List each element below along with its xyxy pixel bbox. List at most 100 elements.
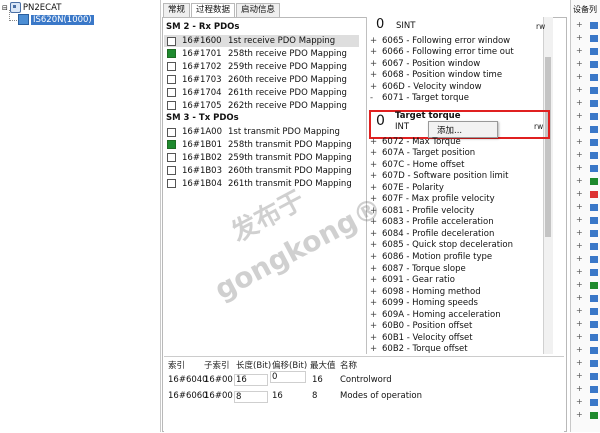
tx-pdo-row[interactable]: 16#1B04 261th transmit PDO Mapping — [164, 178, 359, 190]
toolbox-expand-icon[interactable]: + — [576, 398, 583, 406]
toolbox-expand-icon[interactable]: + — [576, 411, 583, 419]
expand-icon[interactable]: + — [370, 148, 382, 158]
toolbox-device-icon[interactable] — [590, 269, 598, 276]
collapse-icon[interactable]: ⊟ — [2, 4, 8, 12]
od-scroll-thumb[interactable] — [545, 57, 551, 237]
toolbox-expand-icon[interactable]: + — [576, 177, 583, 185]
grid-row1-offset[interactable]: 0 — [270, 371, 306, 383]
context-menu-add[interactable]: 添加... — [437, 124, 462, 136]
toolbox-expand-icon[interactable]: + — [576, 359, 583, 367]
expand-icon[interactable]: + — [370, 59, 382, 69]
od-item[interactable]: +6084 - Profile deceleration — [370, 228, 494, 239]
pdo-checkbox[interactable] — [167, 166, 176, 176]
od-item[interactable]: +607F - Max profile velocity — [370, 194, 495, 205]
expand-icon[interactable]: + — [370, 36, 382, 46]
toolbox-expand-icon[interactable]: + — [576, 242, 583, 250]
tab-general[interactable]: 常规 — [163, 3, 191, 17]
rx-pdo-row[interactable]: 16#1705 262th receive PDO Mapping — [164, 100, 359, 112]
toolbox-expand-icon[interactable]: + — [576, 216, 583, 224]
expand-icon[interactable]: + — [370, 252, 382, 262]
toolbox-device-icon[interactable] — [590, 165, 598, 172]
tx-pdo-row[interactable]: 16#1A00 1st transmit PDO Mapping — [164, 126, 359, 138]
od-item[interactable]: +607D - Software position limit — [370, 171, 508, 182]
tab-process-data[interactable]: 过程数据 — [191, 3, 236, 18]
pdo-checkbox[interactable] — [167, 49, 176, 59]
expand-icon[interactable]: + — [370, 217, 382, 227]
toolbox-device-icon[interactable] — [590, 347, 598, 354]
od-item[interactable]: +6099 - Homing speeds — [370, 298, 478, 309]
toolbox-expand-icon[interactable]: + — [576, 320, 583, 328]
expand-icon[interactable]: + — [370, 183, 382, 193]
od-item[interactable]: +6091 - Gear ratio — [370, 275, 455, 286]
toolbox-expand-icon[interactable]: + — [576, 125, 583, 133]
od-item[interactable]: +6066 - Following error time out — [370, 47, 514, 58]
rx-pdo-row[interactable]: 16#1600 1st receive PDO Mapping — [164, 35, 359, 47]
pdo-checkbox[interactable] — [167, 153, 176, 163]
toolbox-device-icon[interactable] — [590, 386, 598, 393]
expand-icon[interactable]: + — [370, 82, 382, 92]
expand-icon[interactable]: + — [370, 137, 382, 147]
toolbox-device-icon[interactable] — [590, 243, 598, 250]
od-item[interactable]: +607A - Target position — [370, 148, 475, 159]
toolbox-expand-icon[interactable]: + — [576, 151, 583, 159]
expand-icon[interactable]: + — [370, 171, 382, 181]
expand-icon[interactable]: + — [370, 194, 382, 204]
toolbox-expand-icon[interactable]: + — [576, 385, 583, 393]
toolbox-device-icon[interactable] — [590, 22, 598, 29]
od-item[interactable]: +6086 - Motion profile type — [370, 252, 492, 263]
expand-icon[interactable]: + — [370, 344, 382, 354]
toolbox-expand-icon[interactable]: + — [576, 138, 583, 146]
pdo-checkbox[interactable] — [167, 36, 176, 46]
od-item[interactable]: +609A - Homing acceleration — [370, 309, 501, 320]
toolbox-device-icon[interactable] — [590, 230, 598, 237]
toolbox-expand-icon[interactable]: + — [576, 255, 583, 263]
expand-icon[interactable]: + — [370, 47, 382, 57]
expand-icon[interactable]: + — [370, 229, 382, 239]
toolbox-expand-icon[interactable]: + — [576, 164, 583, 172]
toolbox-device-icon[interactable] — [590, 308, 598, 315]
od-item[interactable]: +6098 - Homing method — [370, 286, 481, 297]
toolbox-expand-icon[interactable]: + — [576, 34, 583, 42]
toolbox-device-icon[interactable] — [590, 87, 598, 94]
toolbox-expand-icon[interactable]: + — [576, 333, 583, 341]
pdo-checkbox[interactable] — [167, 140, 176, 150]
toolbox-device-icon[interactable] — [590, 282, 598, 289]
pdo-checkbox[interactable] — [167, 62, 176, 72]
expand-icon[interactable]: + — [370, 310, 382, 320]
od-item[interactable]: +607C - Home offset — [370, 159, 464, 170]
pdo-checkbox[interactable] — [167, 88, 176, 98]
toolbox-expand-icon[interactable]: + — [576, 47, 583, 55]
od-item[interactable]: +60B1 - Velocity offset — [370, 332, 473, 343]
toolbox-device-icon[interactable] — [590, 360, 598, 367]
tx-pdo-row[interactable]: 16#1B03 260th transmit PDO Mapping — [164, 165, 359, 177]
expand-icon[interactable]: + — [370, 240, 382, 250]
od-item[interactable]: +6087 - Torque slope — [370, 263, 466, 274]
toolbox-expand-icon[interactable]: + — [576, 268, 583, 276]
od-item[interactable]: +6083 - Profile acceleration — [370, 217, 494, 228]
toolbox-device-icon[interactable] — [590, 191, 598, 198]
toolbox-device-icon[interactable] — [590, 113, 598, 120]
toolbox-expand-icon[interactable]: + — [576, 281, 583, 289]
collapse-icon[interactable]: - — [370, 93, 382, 103]
toolbox-expand-icon[interactable]: + — [576, 203, 583, 211]
expand-icon[interactable]: + — [370, 287, 382, 297]
tree-child-node[interactable]: IS620N(1000) — [18, 14, 94, 25]
expand-icon[interactable]: + — [370, 333, 382, 343]
toolbox-device-icon[interactable] — [590, 48, 598, 55]
expand-icon[interactable]: + — [370, 298, 382, 308]
toolbox-device-icon[interactable] — [590, 61, 598, 68]
rx-pdo-row[interactable]: 16#1702 259th receive PDO Mapping — [164, 61, 359, 73]
toolbox-device-icon[interactable] — [590, 204, 598, 211]
toolbox-expand-icon[interactable]: + — [576, 229, 583, 237]
toolbox-device-icon[interactable] — [590, 295, 598, 302]
od-item[interactable]: +6068 - Position window time — [370, 70, 502, 81]
toolbox-device-icon[interactable] — [590, 178, 598, 185]
toolbox-device-icon[interactable] — [590, 321, 598, 328]
toolbox-expand-icon[interactable]: + — [576, 73, 583, 81]
od-item[interactable]: +6067 - Position window — [370, 58, 480, 69]
toolbox-device-icon[interactable] — [590, 100, 598, 107]
toolbox-device-icon[interactable] — [590, 412, 598, 419]
expand-icon[interactable]: + — [370, 264, 382, 274]
expand-icon[interactable]: + — [370, 206, 382, 216]
expand-icon[interactable]: + — [370, 160, 382, 170]
